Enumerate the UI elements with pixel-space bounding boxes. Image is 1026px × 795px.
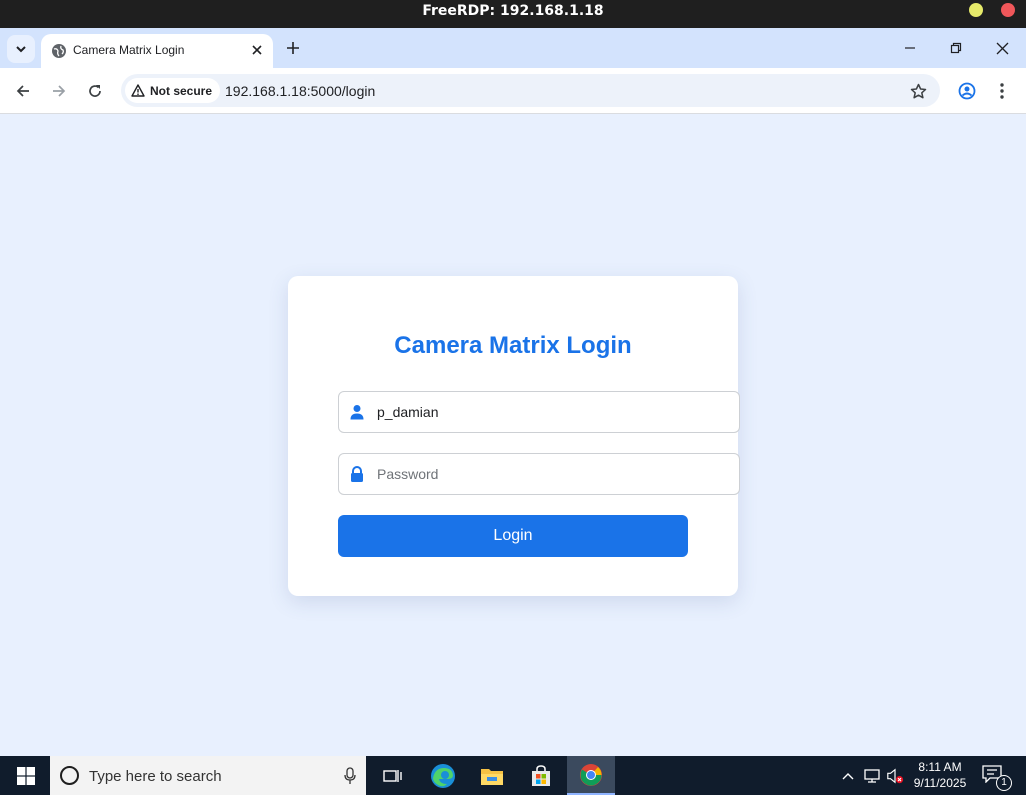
taskbar-file-explorer[interactable]: [469, 756, 515, 795]
close-icon: [996, 42, 1008, 54]
window-minimize-button[interactable]: [897, 36, 923, 60]
profile-button[interactable]: [955, 79, 979, 103]
store-icon: [532, 764, 550, 786]
password-field[interactable]: [338, 453, 740, 495]
login-button[interactable]: Login: [338, 515, 688, 557]
security-label: Not secure: [150, 83, 213, 98]
tab-search-button[interactable]: [7, 35, 35, 63]
chevron-up-icon: [842, 773, 854, 780]
clock-time: 8:11 AM: [918, 760, 962, 774]
warning-icon: [131, 84, 145, 97]
folder-icon: [481, 768, 503, 785]
taskbar-clock[interactable]: 8:11 AM 9/11/2025: [908, 759, 972, 791]
tray-show-hidden-button[interactable]: [839, 767, 857, 785]
close-icon: [252, 45, 262, 55]
account-icon: [958, 82, 976, 100]
volume-muted-icon: [887, 768, 904, 784]
tab-camera-matrix-login[interactable]: Camera Matrix Login: [41, 34, 273, 68]
task-view-button[interactable]: [370, 756, 416, 795]
security-indicator[interactable]: Not secure: [125, 78, 221, 103]
plus-icon: [287, 42, 299, 54]
window-close-button[interactable]: [989, 36, 1015, 60]
address-bar[interactable]: Not secure 192.168.1.18:5000/login: [121, 74, 940, 107]
login-card: Camera Matrix Login Login: [288, 276, 740, 596]
notification-center-button[interactable]: 1: [982, 765, 1012, 791]
login-title: Camera Matrix Login: [394, 332, 632, 359]
windows-logo-icon: [17, 766, 35, 785]
tab-close-button[interactable]: [249, 42, 265, 58]
rdp-minimize-button[interactable]: [969, 3, 983, 17]
back-button[interactable]: [10, 78, 36, 104]
reload-icon: [89, 85, 101, 97]
lock-icon: [351, 466, 363, 482]
taskbar-chrome[interactable]: [567, 756, 615, 795]
globe-icon: [52, 44, 66, 58]
network-icon: [864, 769, 880, 783]
new-tab-button[interactable]: [283, 38, 303, 58]
url-text[interactable]: 192.168.1.18:5000/login: [225, 83, 375, 99]
tab-strip: Camera Matrix Login: [0, 28, 1026, 68]
bookmark-button[interactable]: [908, 81, 928, 101]
taskbar: Type here to search 8:11 AM 9/11/2025 1: [0, 756, 1026, 795]
search-placeholder: Type here to search: [89, 768, 222, 785]
edge-icon: [431, 763, 455, 788]
rdp-window-title: FreeRDP: 192.168.1.18: [422, 3, 604, 19]
more-vertical-icon: [1000, 83, 1004, 99]
arrow-left-icon: [16, 85, 29, 97]
username-field[interactable]: [338, 391, 740, 433]
clock-date: 9/11/2025: [913, 776, 967, 790]
chevron-down-icon: [16, 46, 26, 53]
taskbar-store[interactable]: [518, 756, 564, 795]
notification-count-badge: 1: [996, 775, 1012, 791]
username-input[interactable]: [377, 392, 727, 432]
taskbar-search-box[interactable]: Type here to search: [50, 756, 366, 795]
task-view-icon: [383, 769, 402, 782]
user-icon: [350, 405, 364, 420]
restore-icon: [950, 42, 962, 54]
rdp-title-bar: FreeRDP: 192.168.1.18: [0, 0, 1026, 28]
window-restore-button[interactable]: [943, 36, 969, 60]
browser-menu-button[interactable]: [992, 79, 1012, 103]
password-input[interactable]: [377, 454, 727, 494]
minimize-icon: [905, 47, 915, 49]
arrow-right-icon: [53, 85, 66, 97]
tray-volume-button[interactable]: [886, 767, 904, 785]
tab-title: Camera Matrix Login: [73, 43, 185, 57]
tray-network-button[interactable]: [863, 767, 881, 785]
reload-button[interactable]: [82, 78, 108, 104]
search-icon: [60, 766, 79, 785]
chrome-icon: [580, 763, 602, 786]
browser-toolbar: Not secure 192.168.1.18:5000/login: [0, 68, 1026, 114]
browser-window: Camera Matrix Login Not secure 192.168.1…: [0, 28, 1026, 756]
rdp-close-button[interactable]: [1001, 3, 1015, 17]
taskbar-edge[interactable]: [420, 756, 466, 795]
microphone-icon[interactable]: [344, 767, 356, 785]
start-button[interactable]: [6, 756, 46, 795]
forward-button[interactable]: [46, 78, 72, 104]
star-icon: [910, 83, 926, 98]
page-viewport: Camera Matrix Login Login: [0, 115, 1026, 756]
